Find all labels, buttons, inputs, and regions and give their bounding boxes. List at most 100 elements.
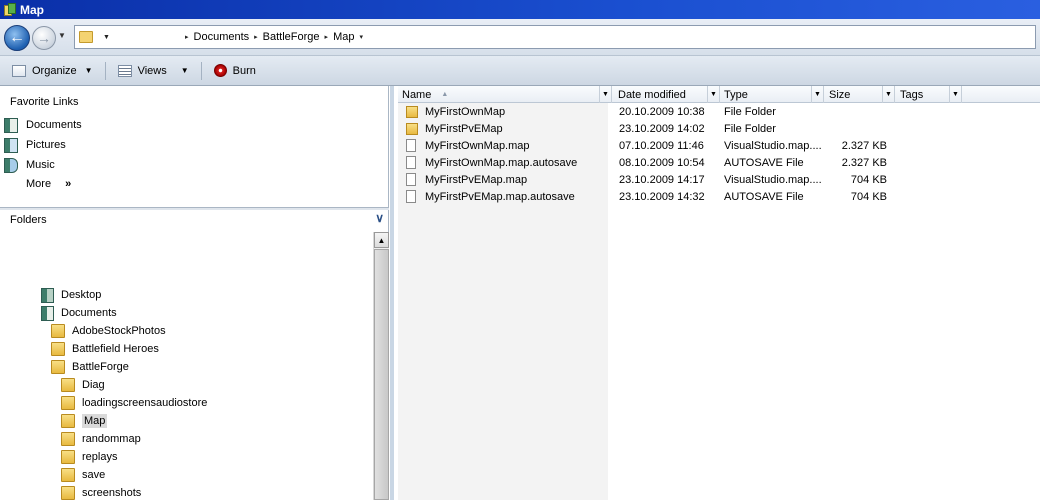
breadcrumb-separator[interactable]: ▸ [254,33,258,41]
folder-icon [51,342,65,356]
tree-item-diag[interactable]: Diag [61,376,105,394]
favorite-link-music[interactable]: Music [4,156,55,174]
back-arrow-icon: ← [9,29,25,46]
file-size: 2.327 KB [841,139,887,152]
tree-item-battleforge[interactable]: BattleForge [51,358,129,376]
chevron-down-icon[interactable]: ▼ [707,86,719,103]
file-name-cell: MyFirstOwnMap.map.autosave [406,154,577,171]
breadcrumb-map[interactable]: Map [333,31,354,43]
file-row[interactable]: MyFirstOwnMap 20.10.2009 10:38 File Fold… [398,103,1040,120]
tree-item-label: replays [82,451,118,463]
favorite-link-documents[interactable]: Documents [4,116,82,134]
tree-item-label: Battlefield Heroes [72,343,159,355]
file-name-cell: MyFirstPvEMap [406,120,503,137]
tree-item-map[interactable]: Map [61,412,108,430]
column-header-label: Name [402,88,432,101]
file-date: 20.10.2009 10:38 [619,105,705,118]
tree-item-screenshots[interactable]: screenshots [61,484,141,502]
file-name: MyFirstOwnMap [425,105,506,118]
organize-button[interactable]: Organize ▼ [8,60,97,82]
tree-item-loadingscreensaudiostore[interactable]: loadingscreensaudiostore [61,394,207,412]
favorite-links-more[interactable]: More » [26,178,71,190]
views-button[interactable]: Views ▼ [114,60,193,82]
file-size: 2.327 KB [841,156,887,169]
column-header-label: Date modified [618,88,686,101]
folder-icon [406,122,418,135]
breadcrumb-separator[interactable]: ▾ [359,33,363,41]
folders-scrollbar[interactable]: ▲ [373,232,389,500]
chevron-down-icon[interactable]: ▼ [949,86,961,103]
file-type: VisualStudio.map.... [724,139,822,152]
chevron-down-icon[interactable]: ▼ [811,86,823,103]
folder-icon [79,31,93,43]
file-row[interactable]: MyFirstOwnMap.map.autosave 08.10.2009 10… [398,154,1040,171]
tree-item-adobestockphotos[interactable]: AdobeStockPhotos [51,322,166,340]
views-label: Views [137,64,167,77]
file-icon [406,173,416,186]
file-size [828,120,887,137]
chevron-down-icon[interactable]: ∨ [375,211,384,225]
favorite-links-title: Favorite Links [10,96,79,108]
file-name: MyFirstPvEMap.map [425,173,528,186]
tree-item-label: BattleForge [72,361,129,373]
address-box[interactable]: ▼ ▸ Documents ▸ BattleForge ▸ Map ▾ [74,25,1036,49]
breadcrumb-documents[interactable]: Documents [194,31,250,43]
file-name-cell: MyFirstOwnMap.map [406,137,530,154]
tree-item-save[interactable]: save [61,466,105,484]
file-type: File Folder [724,122,776,135]
navigation-pane: Favorite Links Documents Pictures Music … [0,86,389,500]
title-bar[interactable]: Map [0,0,1040,19]
favorite-link-pictures[interactable]: Pictures [4,136,66,154]
tree-item-label: AdobeStockPhotos [72,325,166,337]
column-header-name[interactable]: Name ▲ ▼ [398,86,612,103]
folders-header[interactable]: Folders ∨ [0,210,389,230]
toolbar-divider [104,61,106,80]
column-header-size[interactable]: Size ▼ [825,86,895,103]
tree-item-randommap[interactable]: randommap [61,430,141,448]
tree-item-replays[interactable]: replays [61,448,117,466]
scroll-up-arrow-icon[interactable]: ▲ [374,232,389,248]
chevron-down-icon[interactable]: ▼ [882,86,894,103]
sort-ascending-icon: ▲ [441,91,449,98]
pictures-icon [4,137,18,153]
scroll-thumb[interactable] [374,249,389,500]
recent-pages-dropdown[interactable]: ▼ [58,31,66,40]
file-name-cell: MyFirstOwnMap [406,103,505,120]
forward-button[interactable]: → [32,26,56,50]
tree-item-battlefield-heroes[interactable]: Battlefield Heroes [51,340,159,358]
file-size: 704 KB [850,190,887,203]
favorite-link-label: Music [26,159,55,171]
file-row[interactable]: MyFirstOwnMap.map 07.10.2009 11:46 Visua… [398,137,1040,154]
favorite-link-label: Documents [26,119,82,131]
chevron-down-icon: ▼ [180,66,189,75]
tree-item-desktop[interactable]: Desktop [41,286,101,304]
tree-item-label: randommap [82,433,141,445]
tree-item-label: screenshots [82,487,142,499]
file-name: MyFirstPvEMap.map.autosave [425,190,575,203]
double-chevron-right-icon: » [65,178,72,190]
chevron-down-icon[interactable]: ▼ [599,86,611,103]
folder-icon [61,378,75,392]
file-date: 23.10.2009 14:02 [619,122,705,135]
column-header-type[interactable]: Type ▼ [720,86,824,103]
back-button[interactable]: ← [4,25,30,51]
file-type: AUTOSAVE File [724,190,804,203]
file-row[interactable]: MyFirstPvEMap.map 23.10.2009 14:17 Visua… [398,171,1040,188]
breadcrumb-battleforge[interactable]: BattleForge [263,31,320,43]
file-row[interactable]: MyFirstPvEMap.map.autosave 23.10.2009 14… [398,188,1040,205]
breadcrumb-root-chevron[interactable]: ▼ [103,34,110,41]
breadcrumb-separator[interactable]: ▸ [325,33,329,41]
file-name-cell: MyFirstPvEMap.map.autosave [406,188,575,205]
file-list-pane: Name ▲ ▼ Date modified ▼ Type ▼ Size ▼ T… [390,86,1040,500]
documents-icon [41,305,54,321]
file-row[interactable]: MyFirstPvEMap 23.10.2009 14:02 File Fold… [398,120,1040,137]
folder-icon [61,486,75,500]
tree-item-documents[interactable]: Documents [41,304,117,322]
burn-button[interactable]: Burn [210,60,260,82]
column-header-tags[interactable]: Tags ▼ [896,86,962,103]
column-header-date-modified[interactable]: Date modified ▼ [614,86,720,103]
file-date: 08.10.2009 10:54 [619,156,705,169]
music-icon [4,157,18,173]
tree-item-label: save [82,469,106,481]
breadcrumb-separator[interactable]: ▸ [185,33,189,41]
